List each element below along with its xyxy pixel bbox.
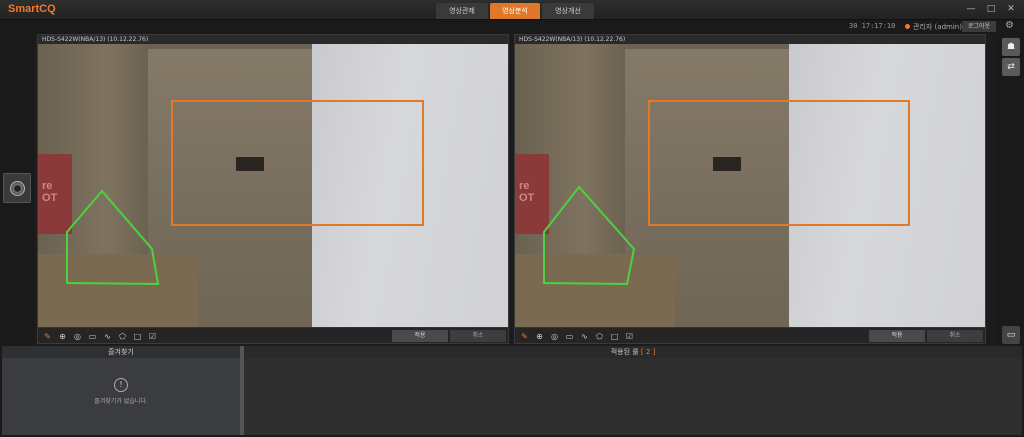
video-view[interactable]: re OT <box>38 44 508 327</box>
tab-video-analysis[interactable]: 영상분석 <box>490 3 540 19</box>
video-panel-left: HDS-S422W(NBA/13) (10.12.22.76) re OT ✎ … <box>37 34 509 344</box>
video-view[interactable]: re OT <box>515 44 985 327</box>
rules-header: 적용된 룰 [ 2 ] <box>244 346 1022 358</box>
main-tabs: 영상관제 영상분석 영상개선 <box>436 3 596 19</box>
left-rail <box>0 34 34 346</box>
app-logo: SmartCQ <box>8 3 56 15</box>
roi-polygon[interactable] <box>66 189 160 286</box>
camera-title: HDS-S422W(NBA/13) (10.12.22.76) <box>515 35 985 44</box>
video-toolbar: ✎ ⊕ ◎ ▭ ∿ ⬠ □ ☑ 적용 취소 <box>515 327 985 343</box>
user-info: 관리자 (admin) <box>905 22 962 32</box>
clock-text: 30 17:17:10 <box>849 22 896 30</box>
favorites-header: 즐겨찾기 <box>2 346 240 358</box>
rules-header-label: 적용된 룰 <box>610 348 639 356</box>
rectangle-icon[interactable]: ▭ <box>87 331 98 342</box>
roi-overlay <box>543 100 910 286</box>
favorites-panel: 즐겨찾기 ! 즐겨찾기가 없습니다. <box>2 346 240 435</box>
tab-video-enhancement[interactable]: 영상개선 <box>542 3 594 19</box>
app-window: SmartCQ 영상관제 영상분석 영상개선 — □ ✕ 30 17:17:10… <box>0 0 1024 437</box>
pentagon-icon[interactable]: ⬠ <box>117 331 128 342</box>
pin-icon[interactable]: ✎ <box>42 331 53 342</box>
gear-icon[interactable]: ⚙ <box>1005 20 1014 31</box>
pentagon-icon[interactable]: ⬠ <box>594 331 605 342</box>
close-button[interactable]: ✕ <box>1004 3 1018 16</box>
video-panel-right: HDS-S422W(NBA/13) (10.12.22.76) re OT ✎ … <box>514 34 986 344</box>
roi-rectangle[interactable] <box>171 100 424 226</box>
user-status-icon <box>905 24 910 29</box>
square-icon[interactable]: □ <box>132 331 143 342</box>
video-toolbar: ✎ ⊕ ◎ ▭ ∿ ⬠ □ ☑ 적용 취소 <box>38 327 508 343</box>
title-bar: SmartCQ 영상관제 영상분석 영상개선 — □ ✕ <box>0 0 1024 20</box>
maximize-button[interactable]: □ <box>984 3 998 16</box>
roi-overlay <box>66 100 424 286</box>
panel-toggle-icon[interactable]: ▭ <box>1002 326 1020 344</box>
camera-button[interactable] <box>3 173 31 203</box>
status-bar: 30 17:17:10 관리자 (admin) 로그아웃 ⚙ <box>0 20 1024 34</box>
eye-icon[interactable]: ◎ <box>549 331 560 342</box>
layout-icon[interactable]: ⇄ <box>1002 58 1020 76</box>
cancel-button[interactable]: 취소 <box>927 330 983 342</box>
logout-button[interactable]: 로그아웃 <box>962 21 996 32</box>
favorites-empty-text: 즐겨찾기가 없습니다. <box>94 398 148 405</box>
apply-button[interactable]: 적용 <box>392 330 448 342</box>
apply-button[interactable]: 적용 <box>869 330 925 342</box>
eye-icon[interactable]: ◎ <box>72 331 83 342</box>
person-search-icon[interactable]: ☗ <box>1002 38 1020 56</box>
checkbox-icon[interactable]: ☑ <box>147 331 158 342</box>
rules-count: [ 2 ] <box>640 348 656 356</box>
line-icon[interactable]: ∿ <box>579 331 590 342</box>
info-icon: ! <box>114 378 128 392</box>
window-controls: — □ ✕ <box>964 3 1018 16</box>
zoom-icon[interactable]: ⊕ <box>57 331 68 342</box>
user-name: 관리자 (admin) <box>913 23 962 31</box>
roi-polygon[interactable] <box>543 185 636 286</box>
minimize-button[interactable]: — <box>964 3 978 16</box>
square-icon[interactable]: □ <box>609 331 620 342</box>
rules-panel: 적용된 룰 [ 2 ] <box>244 346 1022 435</box>
right-rail: ☗ ⇄ ▭ <box>998 34 1024 346</box>
camera-icon <box>10 181 25 196</box>
tab-video-monitoring[interactable]: 영상관제 <box>436 3 488 19</box>
rectangle-icon[interactable]: ▭ <box>564 331 575 342</box>
bottom-area: 즐겨찾기 ! 즐겨찾기가 없습니다. 적용된 룰 [ 2 ] <box>0 346 1024 437</box>
zoom-icon[interactable]: ⊕ <box>534 331 545 342</box>
camera-title: HDS-S422W(NBA/13) (10.12.22.76) <box>38 35 508 44</box>
roi-rectangle[interactable] <box>648 100 910 226</box>
line-icon[interactable]: ∿ <box>102 331 113 342</box>
cancel-button[interactable]: 취소 <box>450 330 506 342</box>
checkbox-icon[interactable]: ☑ <box>624 331 635 342</box>
pin-icon[interactable]: ✎ <box>519 331 530 342</box>
